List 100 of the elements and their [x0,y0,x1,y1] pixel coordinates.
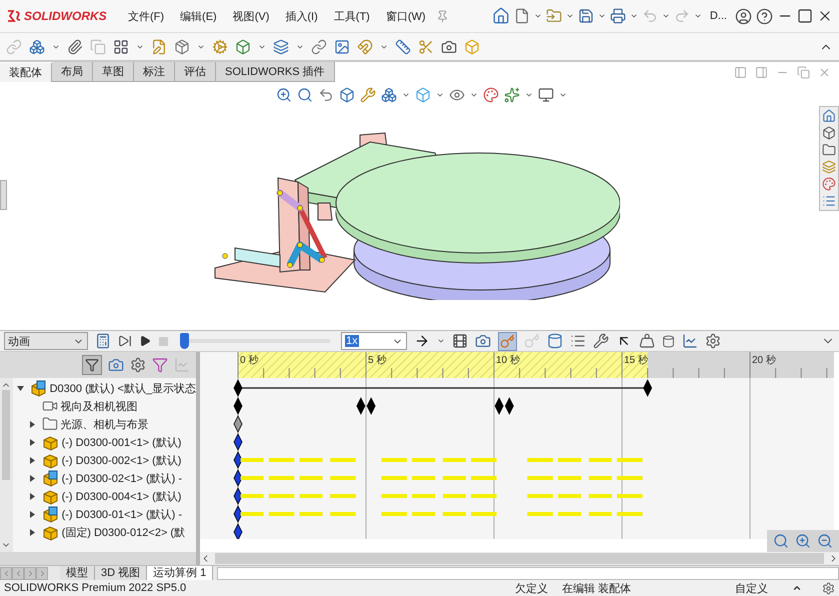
user-icon[interactable] [735,8,752,24]
tree-item[interactable]: (-) D0300-02<1> (默认) - [62,470,182,486]
tree-item[interactable]: (-) D0300-002<1> (默认) [62,452,182,468]
tree-item[interactable]: (-) D0300-01<1> (默认) - [62,506,182,522]
palette-icon[interactable] [822,177,836,191]
collapse-arrow-icon[interactable] [17,384,24,392]
new-document-icon[interactable] [514,8,530,24]
chart-icon[interactable] [682,333,698,349]
paperclip-icon[interactable] [67,38,83,54]
menu-item[interactable]: 窗口(W) [380,8,432,24]
zoom-in-icon[interactable] [795,533,811,549]
caret-icon[interactable] [694,12,702,20]
eye-icon[interactable] [449,87,465,103]
expand-arrow-icon[interactable] [29,438,36,446]
caret-icon[interactable] [792,583,802,593]
arrow-right-icon[interactable] [414,333,430,349]
gears-icon[interactable] [212,38,228,54]
expand-arrow-icon[interactable] [29,420,36,428]
filter-icon[interactable] [152,357,168,373]
home-icon[interactable] [822,109,836,123]
tree-item[interactable]: 视向及相机视图 [60,398,138,414]
scrollbar[interactable] [0,552,196,565]
caret-icon[interactable] [534,12,542,20]
tree-item[interactable]: 光源、相机与布景 [60,416,149,432]
caret-icon[interactable] [436,91,444,99]
edit-component-icon[interactable] [151,38,167,54]
menu-item[interactable]: 视图(V) [226,8,276,24]
ribbon-tab[interactable]: 标注 [134,62,175,82]
tree-item[interactable]: D0300 (默认) <默认_显示状态 [50,380,196,396]
bottom-tab[interactable]: 模型 [60,566,95,580]
settings-icon[interactable] [822,582,835,594]
caret-icon[interactable] [559,91,567,99]
grid-icon[interactable] [113,38,129,54]
tree-item[interactable]: (固定) D0300-012<2> (默 [62,524,186,540]
timeline[interactable]: 0 秒 5 秒 10 秒 15 秒 20 秒 [200,352,834,539]
caret-icon[interactable] [598,12,606,20]
caret-icon[interactable] [52,42,60,50]
study-type-dropdown[interactable]: 动画 [4,332,88,350]
scissors-icon[interactable] [418,38,434,54]
expand-arrow-icon[interactable] [29,456,36,464]
layers-icon[interactable] [822,160,836,174]
play-icon[interactable] [139,335,151,347]
monitor-icon[interactable] [538,87,554,103]
expand-arrow-icon[interactable] [29,528,36,536]
menu-item[interactable]: 文件(F) [122,8,170,24]
layers-icon[interactable] [273,38,289,54]
caret-icon[interactable] [380,42,388,50]
open-folder-icon[interactable] [546,8,562,24]
caret-icon[interactable] [402,91,410,99]
caret-icon[interactable] [258,42,266,50]
package-icon[interactable] [174,38,190,54]
gear-filter-icon[interactable] [130,357,146,373]
time-slider[interactable] [180,333,330,349]
panel-handle[interactable] [0,180,7,210]
units-menu[interactable]: 自定义 [735,580,768,596]
scrollbar-thumb[interactable] [2,390,10,480]
expand-arrow-icon[interactable] [29,492,36,500]
calculator-icon[interactable] [95,333,111,349]
caret-icon[interactable] [525,91,533,99]
boxes-icon[interactable] [29,38,45,54]
save-icon[interactable] [578,8,594,24]
caret-icon[interactable] [630,12,638,20]
camera-icon[interactable] [441,38,457,54]
speed-dropdown[interactable]: 1x [341,332,407,350]
scrollbar-thumb[interactable] [215,553,824,564]
caret-icon[interactable] [437,337,445,345]
expand-arrow-icon[interactable] [29,474,36,482]
ruler-icon[interactable] [395,38,411,54]
magnet-icon[interactable] [357,38,373,54]
maximize-icon[interactable] [797,8,813,24]
zoom-icon[interactable] [276,87,292,103]
caret-icon[interactable] [197,42,205,50]
ribbon-tab[interactable]: 装配体 [0,63,52,82]
menu-item[interactable]: 编辑(E) [174,8,223,24]
box-icon[interactable] [822,126,836,140]
bottom-tab[interactable]: 3D 视图 [95,566,148,580]
image-icon[interactable] [334,38,350,54]
pin-icon[interactable] [436,10,449,22]
caret-icon[interactable] [662,12,670,20]
filter-button[interactable] [82,355,102,375]
caret-icon[interactable] [566,12,574,20]
menu-item[interactable]: 工具(T) [328,8,376,24]
help-icon[interactable] [756,8,773,24]
box-icon[interactable] [235,38,251,54]
search-icon[interactable] [297,87,313,103]
menu-item[interactable]: 插入(I) [279,8,324,24]
bottom-tab[interactable]: 运动算例 1 [147,566,214,580]
ribbon-tab[interactable]: 草图 [93,62,134,82]
zoom-out-icon[interactable] [817,533,833,549]
caret-icon[interactable] [470,91,478,99]
ribbon-tab[interactable]: 评估 [175,62,216,82]
expand-arrow-icon[interactable] [29,510,36,518]
caret-icon[interactable] [296,42,304,50]
autokey-toggle[interactable] [498,332,517,350]
palette-icon[interactable] [483,87,499,103]
camera-icon[interactable] [475,333,491,349]
home-icon[interactable] [492,7,510,25]
film-icon[interactable] [452,333,468,349]
folder-icon[interactable] [822,143,836,157]
caret-icon[interactable] [136,42,144,50]
